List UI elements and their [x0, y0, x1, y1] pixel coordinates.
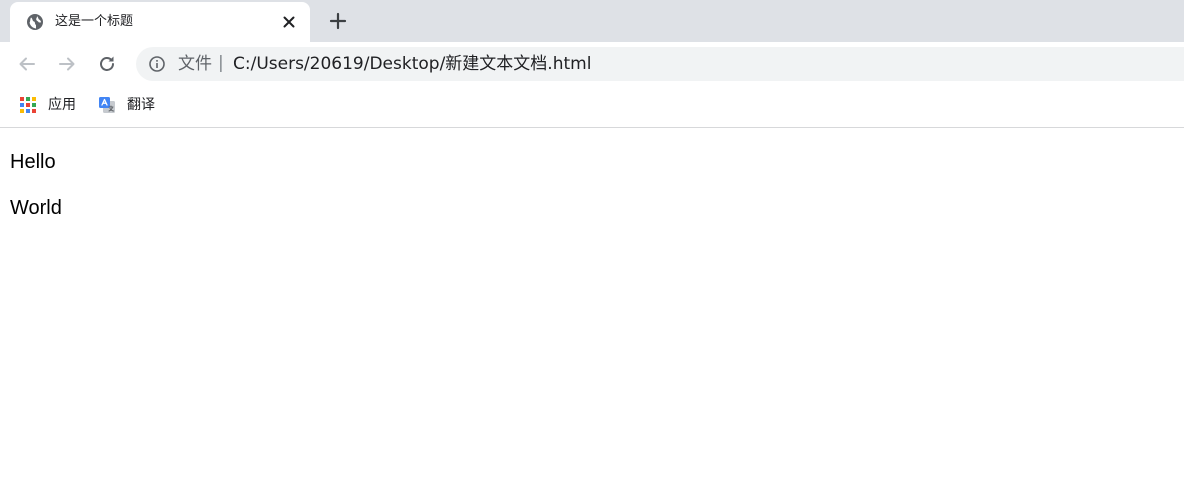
address-bar[interactable]: 文件 | C:/Users/20619/Desktop/新建文本文档.html — [136, 47, 1184, 81]
info-icon[interactable] — [148, 55, 166, 73]
browser-tab-active[interactable]: 这是一个标题 — [10, 2, 310, 42]
apps-grid-icon — [20, 97, 36, 113]
globe-icon — [27, 14, 43, 30]
close-icon[interactable] — [280, 13, 298, 31]
plus-icon[interactable] — [326, 9, 350, 33]
url-text[interactable]: C:/Users/20619/Desktop/新建文本文档.html — [233, 54, 591, 74]
tab-strip: 这是一个标题 — [0, 0, 1184, 42]
scheme-separator: | — [218, 53, 224, 73]
tab-title: 这是一个标题 — [55, 14, 134, 29]
scheme-label: 文件 — [178, 54, 212, 74]
translate-icon — [99, 97, 115, 113]
bookmarks-bar: 应用 翻译 — [0, 86, 1184, 128]
arrow-left-icon[interactable] — [17, 54, 37, 74]
page-content: Hello World — [0, 128, 1184, 503]
arrow-right-icon[interactable] — [57, 54, 77, 74]
paragraph-world: World — [10, 197, 62, 219]
browser-toolbar: 文件 | C:/Users/20619/Desktop/新建文本文档.html — [0, 42, 1184, 86]
bookmark-label: 翻译 — [127, 97, 155, 113]
bookmark-label: 应用 — [48, 97, 76, 113]
paragraph-hello: Hello — [10, 151, 56, 173]
reload-icon[interactable] — [97, 54, 117, 74]
